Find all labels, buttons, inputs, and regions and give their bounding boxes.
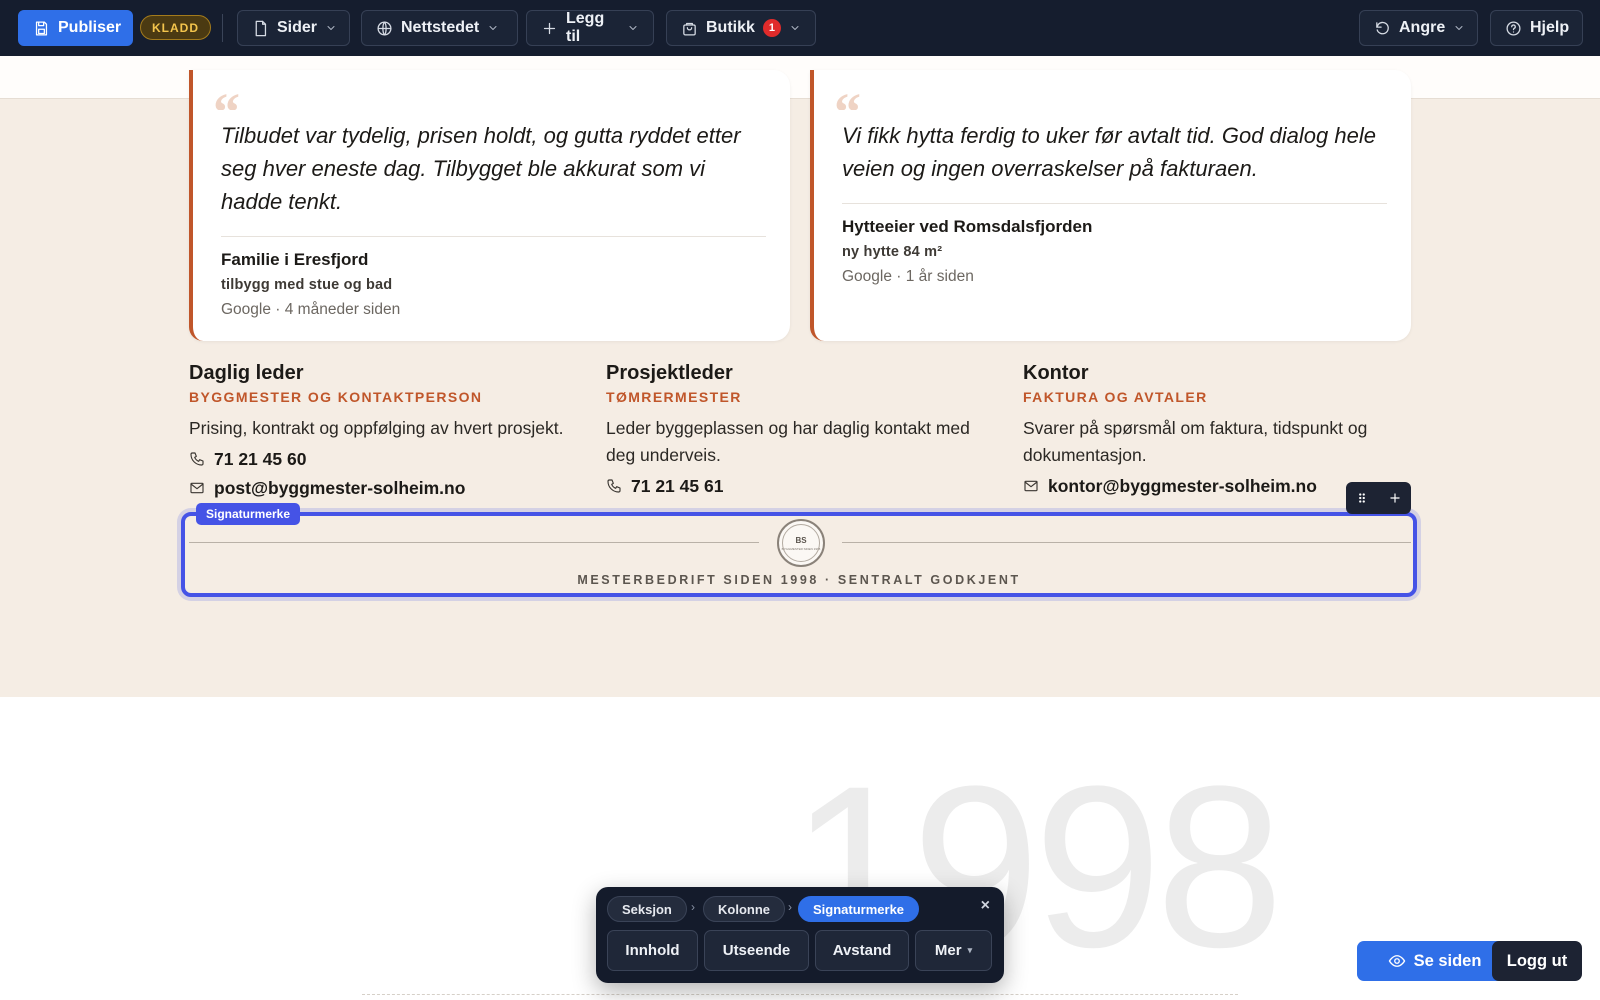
toolbar-divider: [222, 14, 223, 42]
divider: [842, 203, 1387, 204]
pages-label: Sider: [277, 19, 318, 36]
testimonial-author: Familie i Eresfjord: [221, 250, 369, 269]
add-block-icon[interactable]: [1388, 491, 1402, 505]
tab-innhold[interactable]: Innhold: [607, 930, 698, 971]
contact-subtitle: TØMRERMESTER: [606, 389, 742, 405]
contact-role: Prosjektleder: [606, 362, 733, 384]
testimonial-project: tilbygg med stue og bad: [221, 277, 393, 293]
phone-icon: [190, 452, 204, 466]
draft-badge: KLADD: [140, 15, 211, 40]
chevron-down-icon: [489, 26, 497, 30]
more-label: Mer: [934, 942, 962, 959]
close-icon[interactable]: ×: [981, 897, 990, 915]
help-label: Hjelp: [1530, 19, 1570, 36]
plus-icon: [543, 22, 556, 34]
view-site-button[interactable]: Se siden: [1357, 941, 1512, 981]
caret-down-icon: ▾: [967, 945, 973, 955]
contact-role: Daglig leder: [189, 362, 304, 384]
tab-avstand[interactable]: Avstand: [815, 930, 909, 971]
chevron-down-icon: [791, 26, 799, 30]
eye-icon: [1388, 955, 1405, 967]
testimonial-card[interactable]: “ Tilbudet var tydelig, prisen holdt, og…: [189, 70, 790, 341]
site-label: Nettstedet: [401, 19, 480, 36]
contact-card-prosjektleder[interactable]: Prosjektleder TØMRERMESTER Leder byggepl…: [606, 362, 996, 498]
block-editor-panel: Seksjon › Kolonne › Signaturmerke × Innh…: [596, 887, 1004, 983]
testimonial-author: Hytteeier ved Romsdalsfjorden: [842, 217, 1093, 236]
contact-phone-link[interactable]: 71 21 45 61: [606, 474, 996, 498]
signature-line-right: [842, 542, 1411, 543]
seal-text: BYGGMESTER SIDEN 1998: [781, 546, 821, 551]
divider: [221, 236, 766, 237]
seal-monogram: BS: [795, 535, 807, 545]
testimonial-quote: Vi fikk hytta ferdig to uker før avtalt …: [842, 123, 1376, 181]
globe-icon: [377, 20, 392, 36]
undo-icon: [1376, 21, 1389, 34]
drag-handle-icon[interactable]: [1355, 491, 1369, 505]
add-menu-button[interactable]: Legg til: [526, 10, 654, 46]
block-tools: [1346, 482, 1411, 514]
publish-button[interactable]: Publiser: [18, 10, 133, 46]
testimonial-project: ny hytte 84 m²: [842, 244, 943, 260]
help-button[interactable]: Hjelp: [1490, 10, 1583, 46]
contact-subtitle: BYGGMESTER OG KONTAKTPERSON: [189, 389, 483, 405]
contact-description: Prising, kontrakt og oppfølging av hvert…: [189, 418, 564, 438]
breadcrumb-signaturmerke[interactable]: Signaturmerke: [798, 896, 920, 922]
tab-utseende[interactable]: Utseende: [704, 930, 809, 971]
contact-phone: 71 21 45 61: [631, 475, 724, 496]
chevron-down-icon: [327, 26, 335, 30]
editor-toolbar: Publiser KLADD Sider Nettstedet Legg til…: [0, 0, 1600, 56]
testimonial-source: Google · 4 måneder siden: [221, 301, 401, 318]
testimonial-quote: Tilbudet var tydelig, prisen holdt, og g…: [221, 123, 741, 214]
contact-card-daglig-leder[interactable]: Daglig leder BYGGMESTER OG KONTAKTPERSON…: [189, 362, 579, 500]
shop-label: Butikk: [706, 19, 755, 36]
breadcrumb-separator-icon: ›: [691, 900, 695, 914]
breadcrumb-separator-icon: ›: [788, 900, 792, 914]
mail-icon: [1024, 480, 1038, 492]
logout-button[interactable]: Logg ut: [1492, 941, 1582, 981]
breadcrumb-kolonne[interactable]: Kolonne: [703, 896, 785, 922]
contact-email: post@byggmester-solheim.no: [214, 477, 466, 498]
mail-icon: [190, 482, 204, 494]
contact-role: Kontor: [1023, 362, 1089, 384]
view-site-label: Se siden: [1413, 951, 1482, 970]
testimonial-card[interactable]: “ Vi fikk hytta ferdig to uker før avtal…: [810, 70, 1411, 341]
chevron-down-icon: [629, 26, 637, 30]
contact-subtitle: FAKTURA OG AVTALER: [1023, 389, 1208, 405]
breadcrumb-seksjon[interactable]: Seksjon: [607, 896, 687, 922]
more-menu-button[interactable]: Mer ▾: [915, 930, 992, 971]
quote-mark-icon: “: [213, 92, 240, 110]
contact-phone-link[interactable]: 71 21 45 60: [189, 447, 579, 471]
contact-description: Svarer på spørsmål om faktura, tidspunkt…: [1023, 418, 1368, 465]
contact-phone: 71 21 45 60: [214, 448, 307, 469]
shop-menu-button[interactable]: Butikk 1: [666, 10, 816, 46]
pages-menu-button[interactable]: Sider: [237, 10, 350, 46]
selected-block-tag: Signaturmerke: [196, 503, 301, 525]
signature-text: MESTERBEDRIFT SIDEN 1998 · SENTRALT GODK…: [577, 573, 1021, 587]
phone-icon: [607, 479, 621, 493]
site-menu-button[interactable]: Nettstedet: [361, 10, 518, 46]
contact-card-kontor[interactable]: Kontor FAKTURA OG AVTALER Svarer på spør…: [1023, 362, 1413, 498]
contact-description: Leder byggeplassen og har daglig kontakt…: [606, 418, 970, 465]
drop-zone-outline: [362, 994, 1238, 1000]
undo-label: Angre: [1399, 19, 1446, 36]
help-circle-icon: [1506, 20, 1521, 36]
shopping-bag-icon: [683, 22, 696, 36]
contact-email: kontor@byggmester-solheim.no: [1048, 475, 1317, 496]
undo-button[interactable]: Angre: [1359, 10, 1478, 46]
shop-count-badge: 1: [762, 19, 781, 37]
testimonial-source: Google · 1 år siden: [842, 268, 974, 285]
quote-mark-icon: “: [834, 92, 861, 110]
add-label: Legg til: [566, 10, 605, 45]
save-icon: [35, 20, 48, 36]
company-seal: BS BYGGMESTER SIDEN 1998: [777, 519, 825, 567]
publish-label: Publiser: [58, 19, 122, 36]
chevron-down-icon: [1455, 26, 1463, 30]
page-icon: [255, 20, 267, 36]
contact-email-link[interactable]: post@byggmester-solheim.no: [189, 476, 579, 500]
signature-line-left: [189, 542, 759, 543]
